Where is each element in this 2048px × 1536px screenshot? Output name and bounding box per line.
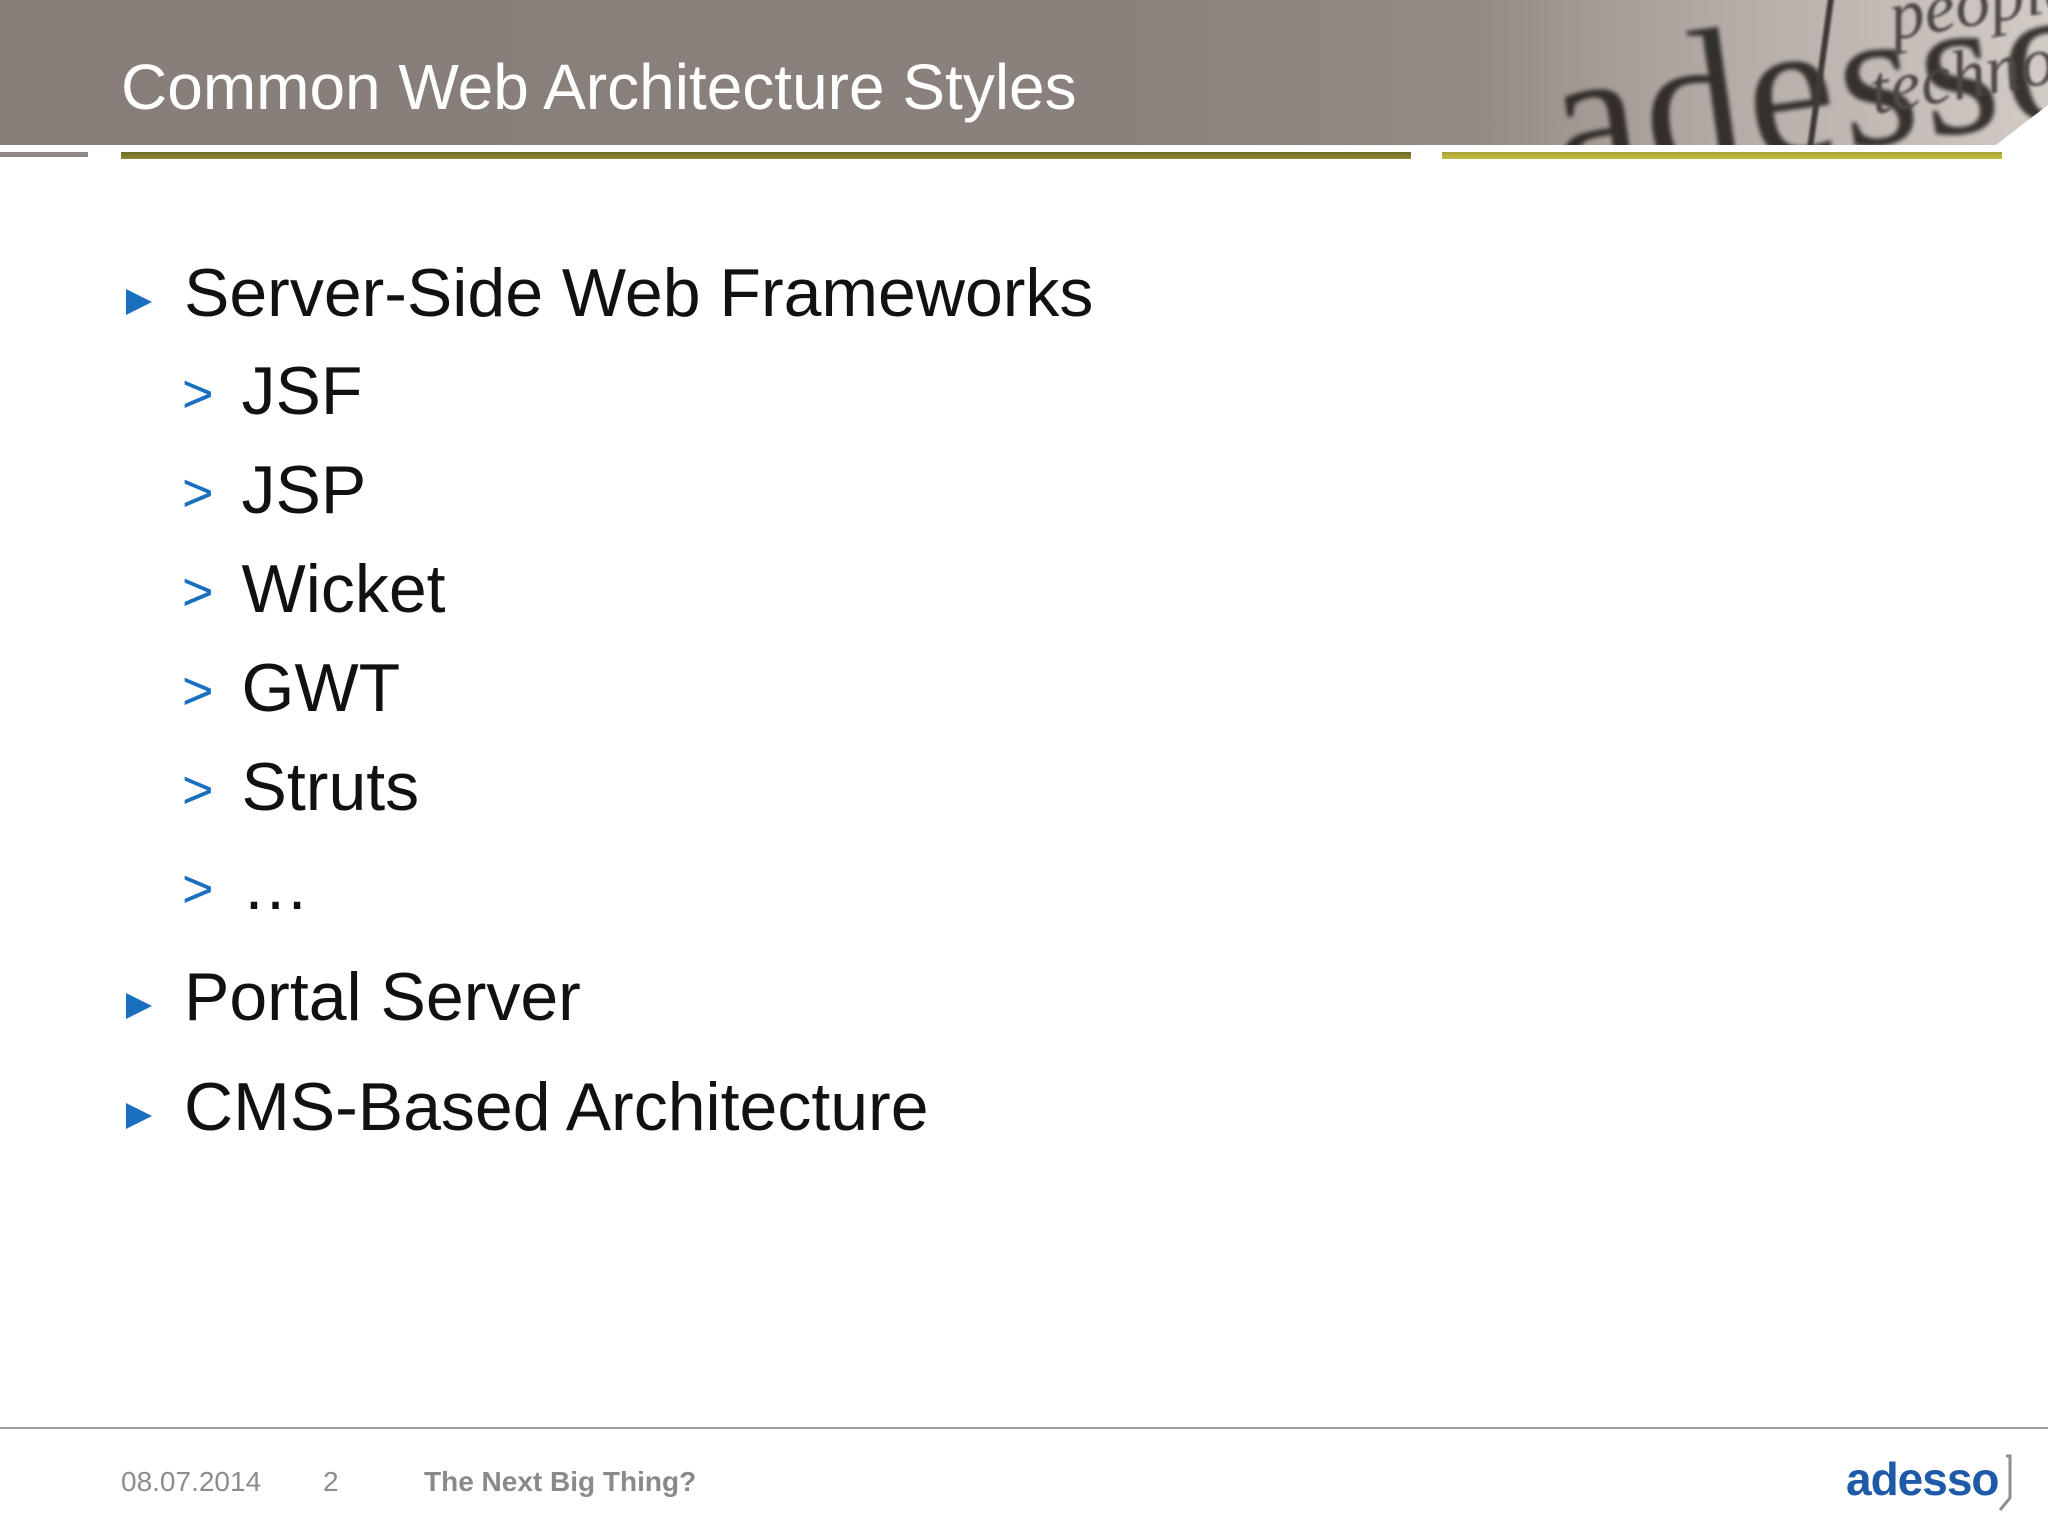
bullet-item: Server-Side Web Frameworks [126,254,1093,332]
header-rule-left [0,152,88,157]
sub-bullet-label: JSF [241,353,363,429]
sub-bullet-label: JSP [241,452,367,528]
chevron-right-icon: > [182,661,214,721]
sub-bullet-item: > JSF [182,352,362,430]
bullet-label: CMS-Based Architecture [184,1069,929,1145]
sub-bullet-item: >… [182,847,310,925]
sub-bullet-label: Struts [241,749,420,825]
footer-date: 08.07.2014 [121,1466,262,1497]
chevron-right-icon: > [182,364,214,424]
triangle-bullet-icon [126,289,152,316]
sub-bullet-item: > Struts [182,748,419,826]
header-photo: adesso people technology [1428,0,2048,145]
bullet-item: CMS-Based Architecture [126,1068,929,1146]
chevron-right-icon: > [182,562,214,622]
chevron-right-icon: > [182,463,214,523]
footer-divider [0,1427,2048,1429]
header-rule-olive [121,152,1411,159]
sub-bullet-item: > JSP [182,451,366,529]
triangle-bullet-icon [126,1103,152,1130]
bullet-item: Portal Server [126,958,581,1036]
footer-topic: The Next Big Thing? [424,1466,697,1497]
chevron-right-icon: > [182,859,214,919]
logo-wordmark: adesso [1846,1453,2000,1505]
sub-bullet-label: GWT [241,650,401,726]
bullet-label: Portal Server [184,959,581,1035]
header-corner-fold [1996,105,2048,145]
bullet-label: Server-Side Web Frameworks [184,255,1094,331]
chevron-right-icon: > [182,760,214,820]
triangle-bullet-icon [126,993,152,1020]
sub-bullet-item: > GWT [182,649,400,727]
logo-bracket-icon [1998,1454,2012,1511]
slide-title: Common Web Architecture Styles [121,51,1077,123]
footer-page-number: 2 [323,1466,339,1497]
header-rule-yellow [1442,152,2002,159]
sub-bullet-label: … [241,848,310,924]
sub-bullet-label: Wicket [241,551,446,627]
slide-header: adesso people technology Common Web Arch… [0,0,2048,145]
sub-bullet-item: > Wicket [182,550,446,628]
